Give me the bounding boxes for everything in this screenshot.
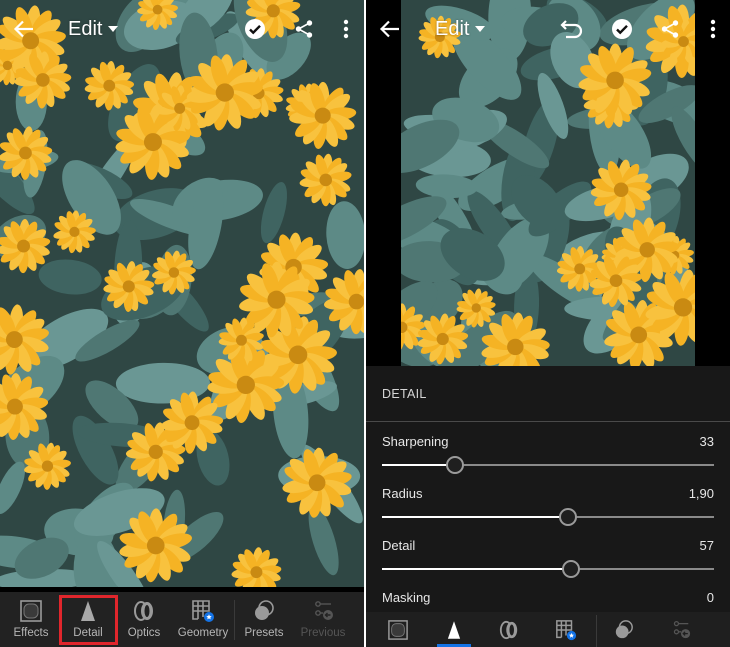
tool-label: Previous [300, 627, 346, 639]
back-button[interactable] [10, 15, 38, 43]
checkmark-circle-icon [612, 19, 632, 39]
slider-sharpening: Sharpening 33 [382, 434, 714, 478]
slider-label: Sharpening [382, 434, 449, 449]
done-button[interactable] [608, 15, 636, 43]
flower-photo [0, 0, 364, 587]
edit-title: Edit [68, 17, 103, 40]
edit-mode-dropdown[interactable]: Edit [435, 16, 486, 42]
slider-radius: Radius 1,90 [382, 486, 714, 530]
tool-label: Optics [127, 627, 161, 639]
phone-screen-left: Edit Effects Detail Optics Geometry Pres… [0, 0, 364, 647]
tool-label: Geometry [177, 627, 229, 639]
slider-fill [382, 464, 456, 466]
slider-value: 57 [699, 538, 714, 553]
undo-button[interactable] [558, 15, 586, 43]
slider-fill [382, 568, 572, 570]
top-app-bar: Edit [366, 0, 730, 58]
slider-label: Masking [382, 590, 431, 605]
bottom-toolbar: Effects Detail Optics Geometry Presets P… [0, 587, 364, 647]
effects-vignette-icon [20, 600, 42, 622]
presets-circles-icon [255, 600, 274, 620]
back-button[interactable] [376, 15, 404, 43]
detail-slider[interactable] [382, 560, 714, 578]
slider-value: 33 [699, 434, 714, 449]
toolbar-divider [596, 615, 597, 647]
more-vertical-icon [343, 19, 349, 39]
slider-thumb[interactable] [446, 456, 465, 474]
toolbar-divider [234, 600, 235, 640]
tool-detail[interactable]: Detail [62, 592, 114, 647]
slider-value: 0 [706, 590, 714, 605]
geometry-grid-icon [556, 620, 577, 641]
presets-circles-icon [615, 620, 633, 639]
optics-lens-icon [134, 601, 153, 621]
chevron-down-icon [475, 26, 486, 32]
share-icon [295, 20, 313, 38]
panel-divider [366, 421, 730, 422]
tool-optics[interactable] [493, 612, 525, 647]
undo-icon [560, 20, 583, 39]
detail-triangle-icon [81, 601, 95, 621]
previous-sliders-icon [315, 601, 333, 620]
bottom-toolbar [366, 612, 730, 647]
phone-screen-right: Edit DETAIL Sharpening 33 Radius 1,90 De… [366, 0, 730, 647]
sharpening-slider[interactable] [382, 456, 714, 474]
tool-label: Effects [13, 627, 49, 639]
tool-label: Presets [244, 627, 284, 639]
more-options-button[interactable] [332, 15, 360, 43]
tool-previous[interactable]: Previous [296, 592, 350, 647]
tool-presets[interactable]: Presets [240, 592, 288, 647]
tool-detail[interactable] [437, 612, 471, 647]
tool-optics[interactable]: Optics [120, 592, 168, 647]
tool-previous[interactable] [664, 612, 698, 647]
detail-panel: DETAIL Sharpening 33 Radius 1,90 Detail … [366, 366, 730, 647]
more-vertical-icon [710, 19, 716, 39]
edit-mode-dropdown[interactable]: Edit [68, 16, 119, 42]
tool-label: Detail [73, 627, 103, 639]
tool-effects[interactable] [382, 612, 414, 647]
share-icon [661, 20, 679, 38]
slider-thumb[interactable] [562, 560, 581, 578]
share-button[interactable] [656, 15, 684, 43]
slider-detail: Detail 57 [382, 538, 714, 582]
detail-triangle-icon [447, 621, 461, 639]
photo-canvas[interactable] [0, 0, 364, 587]
more-options-button[interactable] [699, 15, 727, 43]
tool-geometry[interactable] [549, 612, 583, 647]
effects-vignette-icon [388, 620, 408, 640]
optics-lens-icon [499, 620, 518, 640]
chevron-down-icon [108, 26, 119, 32]
tool-effects[interactable]: Effects [6, 592, 56, 647]
previous-sliders-icon [673, 620, 691, 639]
share-button[interactable] [290, 15, 318, 43]
slider-thumb[interactable] [558, 508, 577, 526]
arrow-left-icon [13, 20, 33, 38]
edit-title: Edit [435, 17, 470, 40]
slider-fill [382, 516, 568, 518]
tool-geometry[interactable]: Geometry [176, 592, 230, 647]
done-button[interactable] [241, 15, 269, 43]
slider-label: Radius [382, 486, 423, 501]
radius-slider[interactable] [382, 508, 714, 526]
top-app-bar: Edit [0, 0, 364, 58]
panel-title: DETAIL [382, 387, 427, 401]
slider-label: Detail [382, 538, 416, 553]
checkmark-circle-icon [245, 19, 265, 39]
geometry-grid-icon [192, 600, 214, 622]
slider-value: 1,90 [688, 486, 714, 501]
arrow-left-icon [379, 20, 399, 38]
tool-presets[interactable] [607, 612, 641, 647]
